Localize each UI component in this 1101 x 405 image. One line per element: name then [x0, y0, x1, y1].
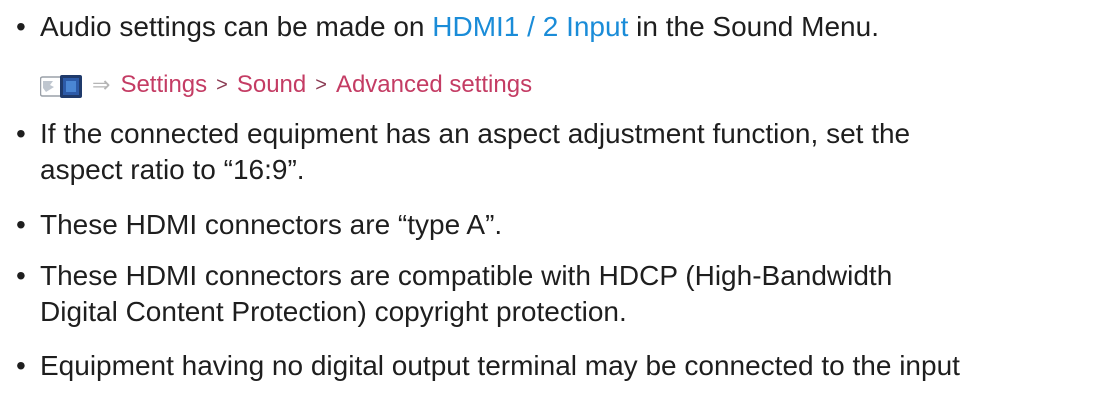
bullet-text: Audio settings can be made on HDMI1 / 2 … — [40, 7, 1100, 47]
arrow-right-icon: ⇒ — [92, 72, 111, 97]
bullet-text: Equipment having no digital output termi… — [40, 350, 960, 381]
bullet-text-after: in the Sound Menu. — [628, 11, 879, 42]
bullet-dot: • — [16, 11, 26, 42]
bullet-dot: • — [16, 350, 26, 381]
bullet-text: These HDMI connectors are “type A”. — [40, 209, 503, 240]
bullet-dot: • — [16, 209, 26, 240]
bullet-dot: • — [16, 118, 26, 149]
nav-link-advanced-settings[interactable]: Advanced settings — [336, 68, 532, 102]
bullet-text-line-2: aspect ratio to “16:9”. — [40, 154, 305, 185]
nav-link-settings[interactable]: Settings — [120, 68, 207, 102]
chevron-right-icon: > — [216, 74, 228, 96]
nav-link-sound[interactable]: Sound — [237, 68, 306, 102]
hdmi-input-link[interactable]: HDMI1 / 2 Input — [432, 11, 628, 42]
menu-navigation-path: ⇒ Settings > Sound > Advanced settings — [39, 68, 532, 102]
bullet-text-line-2: Digital Content Protection) copyright pr… — [40, 296, 627, 327]
chevron-right-icon: > — [315, 74, 327, 96]
bullet-dot: • — [16, 260, 26, 291]
bullet-text-line-1: These HDMI connectors are compatible wit… — [40, 260, 893, 291]
menu-remote-icon — [39, 74, 82, 98]
bullet-text-before: Audio settings can be made on — [40, 11, 433, 42]
bullet-text-line-1: If the connected equipment has an aspect… — [40, 118, 911, 149]
